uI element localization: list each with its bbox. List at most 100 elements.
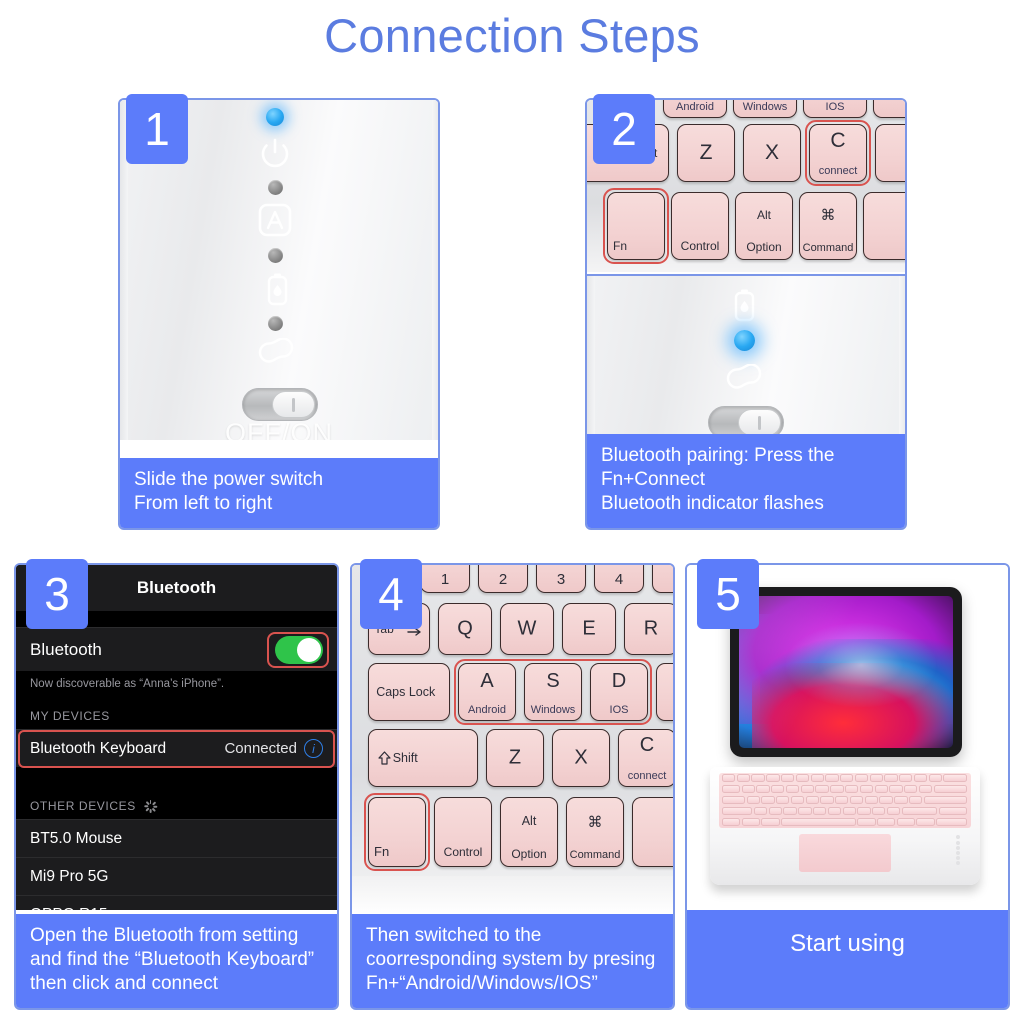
key-main-label: Control	[443, 845, 483, 860]
pink-keyboard-case	[710, 767, 980, 885]
key-main-label: W	[517, 617, 537, 640]
device-name: Mi9 Pro 5G	[30, 867, 109, 885]
key-row	[721, 807, 968, 816]
battery-icon	[267, 272, 288, 311]
key-a-android[interactable]: A Android	[458, 663, 516, 721]
key-main-label: Caps Lock	[376, 685, 436, 699]
key-main-label: S	[546, 669, 560, 692]
loading-spinner-icon	[143, 799, 157, 813]
key-fn-2[interactable]: Fn	[607, 192, 665, 260]
nav-title: Bluetooth	[136, 578, 217, 597]
shift-arrow-icon	[378, 751, 391, 770]
device-name: Bluetooth Keyboard	[30, 739, 167, 757]
key-c-connect-4[interactable]: C connect	[618, 729, 673, 787]
key-fn-4[interactable]: Fn	[368, 797, 426, 867]
key-alt-option-4[interactable]: Alt Option	[500, 797, 558, 867]
my-devices-header-label: MY DEVICES	[30, 709, 110, 723]
key-edge-right-2[interactable]	[875, 124, 905, 182]
key-command-2[interactable]: ⌘ Command	[799, 192, 857, 260]
power-led-blue	[266, 108, 284, 126]
key-row	[721, 784, 968, 794]
key-main-label: C	[830, 129, 846, 153]
step-4-caption: Then switched to the coorresponding syst…	[352, 914, 673, 1008]
key-c-connect-2[interactable]: C connect	[809, 124, 867, 182]
key-main-label: Z	[508, 746, 522, 769]
bluetooth-row-label: Bluetooth	[30, 639, 102, 659]
key-main-label: Alt	[756, 207, 771, 222]
speaker-vents	[955, 835, 970, 865]
trackpad[interactable]	[799, 834, 891, 872]
step-panel-3: Settings Bluetooth Bluetooth Now discove…	[14, 563, 339, 1010]
other-devices-header: OTHER DEVICES	[16, 789, 337, 819]
key-3[interactable]: 3	[536, 565, 586, 593]
key-e[interactable]: E	[562, 603, 616, 655]
device-list-spacer	[16, 767, 337, 789]
key-q[interactable]: Q	[438, 603, 492, 655]
key-sub-label: Option	[746, 239, 782, 254]
key-caps-lock[interactable]: Caps Lock	[368, 663, 450, 721]
step-badge-3: 3	[26, 559, 88, 629]
key-main-label: 3	[556, 570, 566, 588]
key-sub-label: Option	[511, 846, 547, 861]
key-ios-2[interactable]: IOS	[803, 100, 867, 118]
key-windows-2[interactable]: Windows	[733, 100, 797, 118]
key-sub-label: IOS	[609, 703, 629, 716]
other-devices-header-label: OTHER DEVICES	[30, 799, 136, 813]
key-android-2[interactable]: Android	[663, 100, 727, 118]
key-main-label: X	[574, 746, 588, 769]
key-2[interactable]: 2	[478, 565, 528, 593]
key-sub-label: Windows	[530, 703, 576, 716]
discoverable-note: Now discoverable as “Anna’s iPhone”.	[16, 671, 337, 699]
step-1-caption: Slide the power switch From left to righ…	[120, 458, 438, 528]
device-row-mi9-pro-5g[interactable]: Mi9 Pro 5G	[16, 857, 337, 895]
key-edge-2[interactable]	[873, 100, 905, 118]
screen-glare	[739, 596, 953, 748]
key-r[interactable]: R	[624, 603, 673, 655]
key-main-label: ⌘	[587, 813, 603, 831]
key-s-windows[interactable]: S Windows	[524, 663, 582, 721]
key-control-2[interactable]: Control	[671, 192, 729, 260]
key-main-label: Shift	[392, 751, 418, 765]
key-z-2[interactable]: Z	[677, 124, 735, 182]
device-row-oppo-r15[interactable]: OPPO R15	[16, 895, 337, 910]
bluetooth-indicator-led-2	[734, 330, 755, 351]
off-on-label-1: OFF/ON	[225, 418, 333, 440]
key-sub-label: connect	[818, 164, 858, 177]
bluetooth-toggle-switch[interactable]	[275, 635, 323, 664]
key-space-2[interactable]	[863, 192, 905, 260]
device-row-bluetooth-keyboard[interactable]: Bluetooth Keyboard Connected i	[16, 729, 337, 768]
tablet-screen-wallpaper	[739, 596, 953, 748]
caps-a-icon	[258, 203, 292, 242]
key-d-ios[interactable]: D IOS	[590, 663, 648, 721]
connection-steps-infographic: Connection Steps OFF/ON Slide the power …	[0, 0, 1024, 1024]
power-icon	[256, 136, 294, 177]
key-5[interactable]	[652, 565, 673, 593]
key-command-4[interactable]: ⌘ Command	[566, 797, 624, 867]
device-row-bt50-mouse[interactable]: BT5.0 Mouse	[16, 819, 337, 857]
key-shift-4[interactable]: Shift	[368, 729, 478, 787]
step-panel-4: 1 2 3 4 Tab Q W E R Caps Lock A Android …	[350, 563, 675, 1010]
info-icon[interactable]: i	[304, 739, 323, 758]
key-row	[721, 796, 968, 805]
battery-icon-2	[734, 288, 755, 327]
key-sub-label: connect	[627, 769, 667, 782]
key-x-2[interactable]: X	[743, 124, 801, 182]
key-z-4[interactable]: Z	[486, 729, 544, 787]
device-status-group: Connected i	[224, 739, 323, 758]
key-alt-option-2[interactable]: Alt Option	[735, 192, 793, 260]
bluetooth-toggle-row[interactable]: Bluetooth	[16, 627, 337, 671]
status-dot-3	[268, 316, 283, 331]
key-f[interactable]	[656, 663, 673, 721]
bluetooth-link-icon	[256, 337, 296, 375]
key-main-label: R	[643, 617, 659, 640]
key-main-label: X	[764, 141, 779, 164]
key-w[interactable]: W	[500, 603, 554, 655]
power-switch-toggle[interactable]	[242, 388, 318, 421]
key-row	[721, 773, 968, 783]
key-4[interactable]: 4	[594, 565, 644, 593]
key-main-label: 1	[440, 570, 450, 588]
key-space-4[interactable]	[632, 797, 673, 867]
key-1[interactable]: 1	[420, 565, 470, 593]
key-x-4[interactable]: X	[552, 729, 610, 787]
key-control-4[interactable]: Control	[434, 797, 492, 867]
